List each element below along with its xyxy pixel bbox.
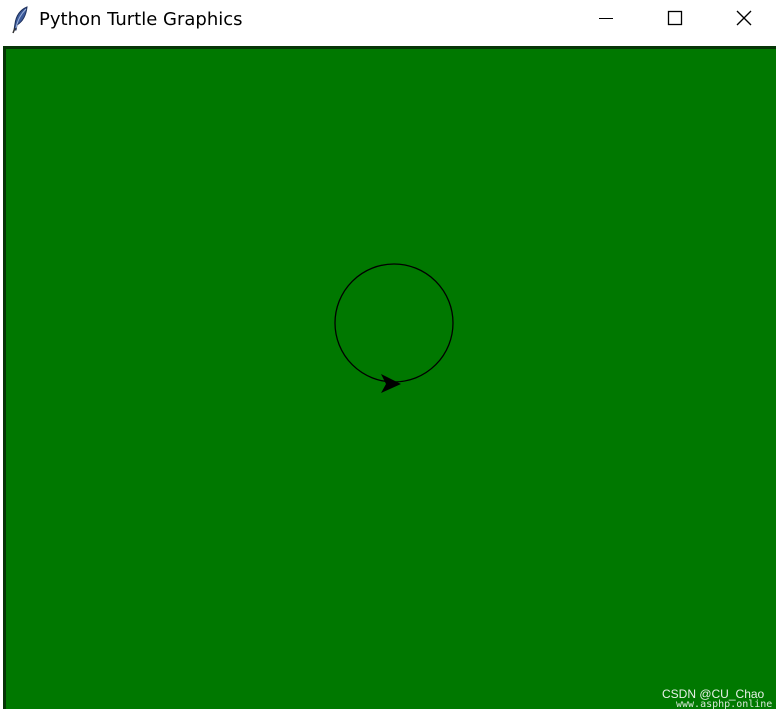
minimize-button[interactable]: [571, 0, 641, 40]
maximize-icon: [667, 10, 683, 30]
drawn-circle: [334, 263, 454, 383]
turtle-window: Python Turtle Graphics CSDN @CU_Chao www…: [0, 0, 778, 711]
drawing-surface: [334, 263, 454, 393]
turtle-arrow-icon: [381, 374, 401, 393]
feather-icon: [10, 6, 32, 34]
minimize-icon: [598, 10, 614, 30]
close-icon: [735, 9, 753, 31]
title-bar[interactable]: Python Turtle Graphics: [0, 0, 778, 40]
watermark-url: www.asphp.online: [676, 699, 773, 710]
window-title: Python Turtle Graphics: [39, 9, 243, 30]
maximize-button[interactable]: [640, 0, 710, 40]
turtle-canvas[interactable]: CSDN @CU_Chao www.asphp.online: [3, 46, 776, 710]
close-button[interactable]: [710, 0, 778, 40]
